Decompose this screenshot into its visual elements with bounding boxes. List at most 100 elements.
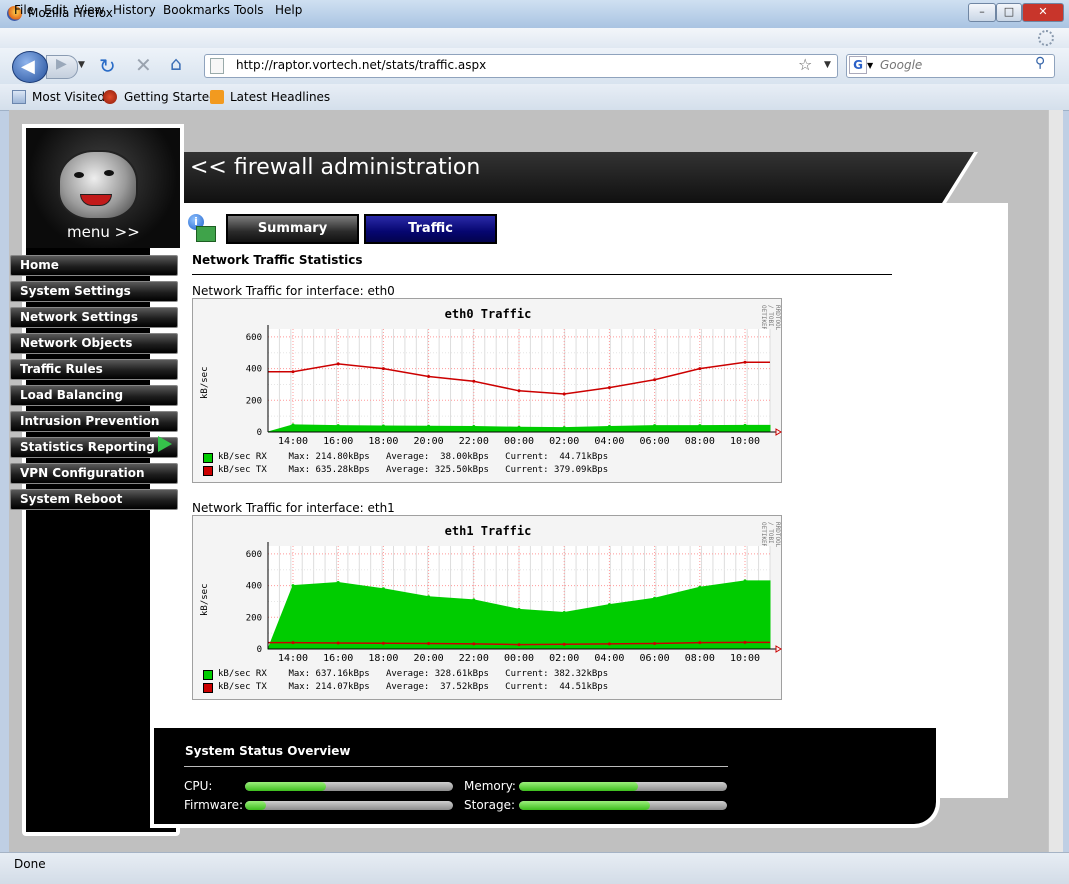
cpu-bar-fill <box>245 782 327 791</box>
menu-tools[interactable]: Tools <box>234 3 264 17</box>
data-point <box>562 392 566 396</box>
nav-system-settings[interactable]: System Settings <box>10 281 178 302</box>
y-tick-label: 0 <box>257 428 262 438</box>
cpu-label: CPU: <box>184 779 213 793</box>
stop-icon[interactable]: ✕ <box>135 53 152 77</box>
forward-arrow-icon: ▶ <box>56 56 67 72</box>
menu-edit[interactable]: Edit <box>44 3 67 17</box>
nav-vpn-configuration[interactable]: VPN Configuration <box>10 463 178 484</box>
data-point <box>381 424 385 428</box>
data-point <box>698 367 702 371</box>
url-dropdown-icon[interactable]: ▼ <box>824 60 831 70</box>
nav-traffic-rules[interactable]: Traffic Rules <box>10 359 178 380</box>
x-tick-label: 22:00 <box>459 653 489 664</box>
data-point <box>517 643 521 647</box>
firmware-bar-fill <box>245 801 266 810</box>
menu-label[interactable]: menu >> <box>67 223 140 241</box>
vertical-scrollbar[interactable] <box>1048 110 1063 852</box>
search-magnifier-icon[interactable]: ⚲ <box>1035 55 1045 71</box>
nav-load-balancing[interactable]: Load Balancing <box>10 385 178 406</box>
nav-intrusion-prevention[interactable]: Intrusion Prevention <box>10 411 178 432</box>
close-button[interactable]: ✕ <box>1022 3 1064 22</box>
tab-traffic[interactable]: Traffic <box>364 214 497 244</box>
url-text[interactable]: http://raptor.vortech.net/stats/traffic.… <box>236 58 486 72</box>
data-point <box>336 580 340 584</box>
section-title: Network Traffic Statistics <box>192 253 363 267</box>
storage-bar <box>519 801 727 810</box>
search-engine-dropdown-icon[interactable]: ▼ <box>867 61 873 70</box>
cpu-bar <box>245 782 453 791</box>
x-tick-label: 16:00 <box>323 436 353 447</box>
x-tick-label: 20:00 <box>414 653 444 664</box>
x-tick-label: 10:00 <box>730 436 760 447</box>
data-point <box>562 611 566 615</box>
bookmark-most-visited[interactable]: Most Visited <box>32 90 105 104</box>
data-point <box>381 367 385 371</box>
minimize-button[interactable]: – <box>968 3 996 22</box>
x-tick-label: 06:00 <box>640 653 670 664</box>
menu-bookmarks[interactable]: Bookmarks <box>163 3 230 17</box>
home-icon[interactable]: ⌂ <box>170 53 182 75</box>
data-point <box>653 641 657 645</box>
nav-network-settings[interactable]: Network Settings <box>10 307 178 328</box>
x-tick-label: 14:00 <box>278 436 308 447</box>
bookmark-latest-headlines[interactable]: Latest Headlines <box>230 90 330 104</box>
menu-help[interactable]: Help <box>275 3 302 17</box>
active-arrow-icon <box>158 436 172 452</box>
menu-file[interactable]: File <box>14 3 34 17</box>
data-point <box>517 425 521 429</box>
rss-feed-icon <box>210 90 224 104</box>
data-point <box>291 423 295 427</box>
bookmark-getting-started[interactable]: Getting Started <box>124 90 217 104</box>
y-tick-label: 400 <box>246 365 262 375</box>
x-tick-label: 16:00 <box>323 653 353 664</box>
nav-network-objects[interactable]: Network Objects <box>10 333 178 354</box>
data-point <box>472 642 476 646</box>
page-icon <box>210 58 224 74</box>
bookmark-star-icon[interactable]: ☆ <box>798 55 812 74</box>
menu-view[interactable]: View <box>76 3 104 17</box>
x-tick-label: 00:00 <box>504 436 534 447</box>
nav-home[interactable]: Home <box>10 255 178 276</box>
data-point <box>427 375 431 379</box>
throbber-icon <box>1038 30 1054 46</box>
data-point <box>291 641 295 645</box>
nav-system-reboot[interactable]: System Reboot <box>10 489 178 510</box>
data-point <box>517 389 521 393</box>
y-tick-label: 200 <box>246 396 262 406</box>
most-visited-icon <box>12 90 26 104</box>
data-point <box>336 641 340 645</box>
nav-statistics-reporting[interactable]: Statistics Reporting <box>10 437 178 458</box>
badger-eye-icon <box>104 170 114 176</box>
data-point <box>472 424 476 428</box>
data-point <box>653 596 657 600</box>
menu-history[interactable]: History <box>113 3 156 17</box>
tab-summary[interactable]: Summary <box>226 214 359 244</box>
search-engine-icon[interactable]: G <box>849 56 867 74</box>
y-tick-label: 200 <box>246 613 262 623</box>
data-point <box>653 378 657 382</box>
legend-swatch-rx <box>203 453 213 463</box>
data-point <box>427 641 431 645</box>
x-tick-label: 14:00 <box>278 653 308 664</box>
maximize-button[interactable]: □ <box>996 3 1022 22</box>
data-point <box>607 642 611 646</box>
data-point <box>472 598 476 602</box>
menu-bar <box>0 28 1069 48</box>
x-tick-label: 10:00 <box>730 653 760 664</box>
reload-icon[interactable]: ↻ <box>99 54 116 78</box>
x-tick-label: 04:00 <box>594 653 624 664</box>
history-dropdown-icon[interactable]: ▼ <box>78 60 85 70</box>
search-input[interactable] <box>880 57 1030 73</box>
graph-eth1: eth1 Traffic kB/sec RRDTOOL / TOBI OETIK… <box>192 515 782 700</box>
legend-swatch-tx <box>203 683 213 693</box>
x-tick-label: 02:00 <box>549 436 579 447</box>
data-point <box>607 386 611 390</box>
x-axis-arrow <box>775 645 782 653</box>
x-axis-arrow <box>775 428 782 436</box>
y-tick-label: 0 <box>257 645 262 655</box>
status-title: System Status Overview <box>185 744 351 758</box>
data-point <box>291 584 295 588</box>
data-point <box>336 362 340 366</box>
data-point <box>381 641 385 645</box>
